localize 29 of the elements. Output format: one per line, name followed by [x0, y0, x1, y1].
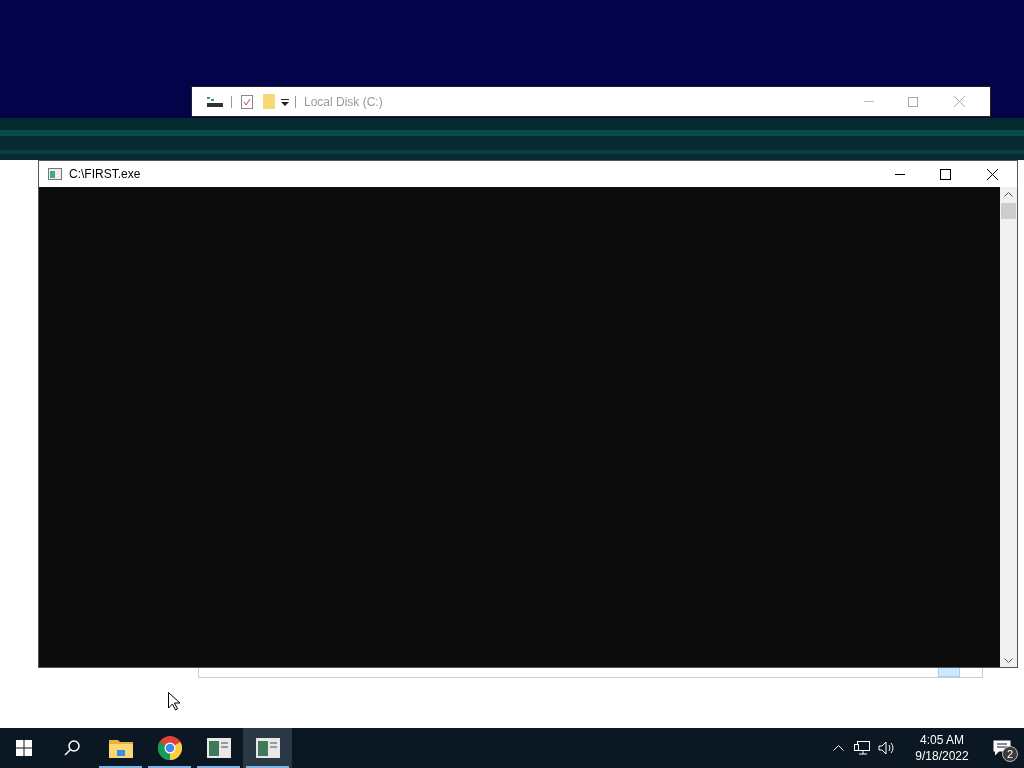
action-center-button[interactable]: 2	[980, 728, 1024, 768]
close-icon[interactable]	[987, 168, 998, 180]
mouse-cursor-icon	[168, 692, 180, 711]
drive-icon[interactable]	[207, 95, 223, 108]
folder-icon	[108, 738, 133, 758]
console-icon	[48, 168, 62, 180]
window-title: Local Disk (C:)	[304, 93, 383, 111]
dropdown-icon[interactable]	[281, 97, 289, 106]
clock[interactable]: 4:05 AM 9/18/2022	[904, 728, 980, 768]
window-app-icon	[255, 738, 280, 758]
minimize-icon[interactable]	[895, 173, 905, 175]
window-app-icon	[206, 738, 231, 758]
scroll-down-icon[interactable]	[1004, 658, 1013, 663]
chevron-up-icon[interactable]	[833, 745, 844, 751]
scrollbar[interactable]	[1000, 187, 1017, 667]
volume-icon[interactable]	[878, 741, 894, 755]
scroll-thumb[interactable]	[1001, 203, 1016, 219]
scroll-up-icon[interactable]	[1004, 192, 1013, 197]
clock-date: 9/18/2022	[915, 748, 969, 764]
maximize-icon[interactable]	[940, 168, 951, 180]
network-icon[interactable]	[854, 741, 870, 755]
window-title: C:\FIRST.exe	[69, 166, 141, 183]
windows-logo-icon	[16, 740, 32, 756]
notification-badge: 2	[1002, 746, 1018, 762]
clock-time: 4:05 AM	[920, 732, 964, 748]
checkbox-icon[interactable]	[241, 94, 253, 109]
taskbar-app-button[interactable]	[243, 728, 292, 768]
chrome-logo-icon	[157, 736, 182, 760]
search-icon	[64, 740, 80, 756]
